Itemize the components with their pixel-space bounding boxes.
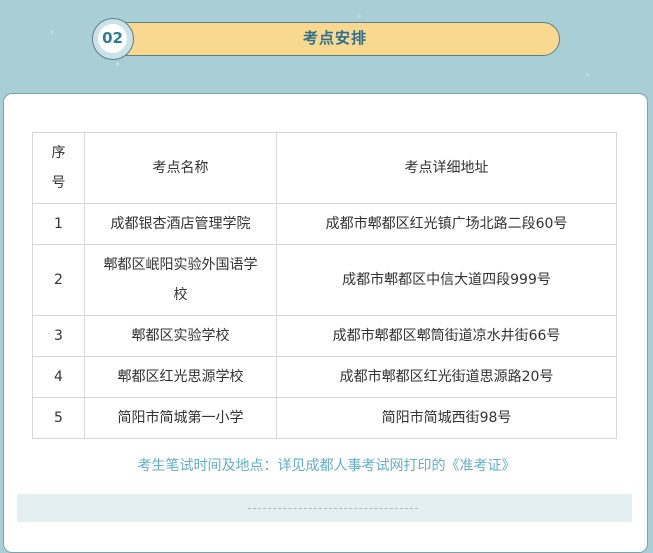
row-name: 成都银杏酒店管理学院 bbox=[84, 203, 277, 245]
table-row: 3 郫都区实验学校 成都市郫都区郫筒街道凉水井街66号 bbox=[32, 315, 617, 357]
table-header-row: 序号 考点名称 考点详细地址 bbox=[32, 132, 617, 204]
dashed-divider bbox=[248, 508, 418, 509]
exam-time-note: 考生笔试时间及地点：详见成都人事考试网打印的《准考证》 bbox=[137, 458, 516, 474]
table-row: 1 成都银杏酒店管理学院 成都市郫都区红光镇广场北路二段60号 bbox=[32, 203, 617, 245]
row-index: 3 bbox=[32, 315, 85, 357]
header-address: 考点详细地址 bbox=[276, 132, 617, 204]
row-address: 简阳市简城西街98号 bbox=[276, 397, 617, 439]
section-number: 02 bbox=[98, 24, 127, 53]
row-index: 5 bbox=[32, 397, 85, 439]
row-address: 成都市郫都区郫筒街道凉水井街66号 bbox=[276, 315, 617, 357]
header-index: 序号 bbox=[32, 132, 85, 204]
row-name: 郫都区岷阳实验外国语学校 bbox=[84, 244, 277, 316]
exam-sites-table: 序号 考点名称 考点详细地址 1 成都银杏酒店管理学院 成都市郫都区红光镇广场北… bbox=[32, 132, 617, 439]
row-name: 郫都区红光思源学校 bbox=[84, 356, 277, 398]
row-index: 2 bbox=[32, 244, 85, 316]
row-name: 郫都区实验学校 bbox=[84, 315, 277, 357]
section-title-pill: 考点安排 bbox=[110, 22, 560, 56]
bottom-bar bbox=[17, 494, 632, 522]
row-address: 成都市郫都区中信大道四段999号 bbox=[276, 244, 617, 316]
table-row: 5 简阳市简城第一小学 简阳市简城西街98号 bbox=[32, 397, 617, 439]
header-name: 考点名称 bbox=[84, 132, 277, 204]
row-name: 简阳市简城第一小学 bbox=[84, 397, 277, 439]
section-number-badge: 02 bbox=[92, 18, 134, 60]
table-row: 4 郫都区红光思源学校 成都市郫都区红光街道思源路20号 bbox=[32, 356, 617, 398]
row-address: 成都市郫都区红光街道思源路20号 bbox=[276, 356, 617, 398]
section-title: 考点安排 bbox=[302, 29, 367, 47]
row-index: 1 bbox=[32, 203, 85, 245]
table-row: 2 郫都区岷阳实验外国语学校 成都市郫都区中信大道四段999号 bbox=[32, 244, 617, 316]
row-index: 4 bbox=[32, 356, 85, 398]
row-address: 成都市郫都区红光镇广场北路二段60号 bbox=[276, 203, 617, 245]
section-header: 考点安排 02 bbox=[92, 18, 560, 60]
